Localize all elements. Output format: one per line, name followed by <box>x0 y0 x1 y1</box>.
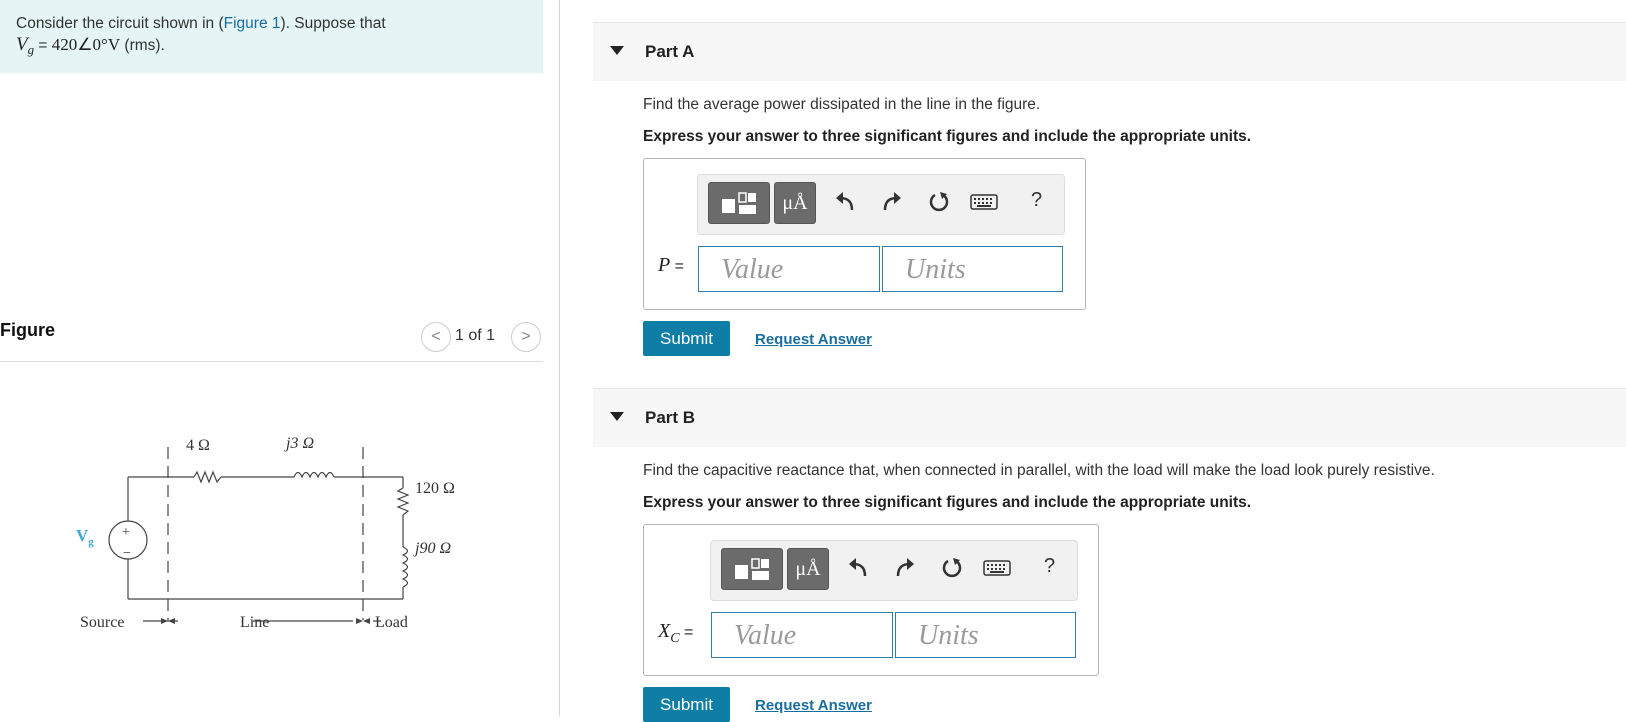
redo-button[interactable] <box>879 189 905 215</box>
part-a-toolbar: μÅ ? <box>697 174 1065 235</box>
keyboard-button[interactable] <box>970 189 998 215</box>
templates-button[interactable] <box>708 182 770 224</box>
part-a-title: Part A <box>645 42 695 61</box>
part-b-variable-sub: C <box>670 631 680 646</box>
part-a-answer-box: μÅ ? P = Value Units <box>643 158 1086 310</box>
prev-figure-button[interactable]: < <box>421 322 451 352</box>
line-reactance-label: j3 Ω <box>284 435 314 452</box>
part-b-variable: X <box>658 620 671 642</box>
problem-text-line-2: Vg = 420∠0°V (rms). <box>16 34 165 58</box>
reset-button[interactable] <box>926 189 952 215</box>
part-a-value-input[interactable]: Value <box>698 246 880 292</box>
pane-divider <box>559 0 560 716</box>
intro-text-post: ). Suppose that <box>280 15 386 32</box>
line-inductor <box>293 471 335 479</box>
chevron-right-icon: > <box>521 328 531 345</box>
undo-icon <box>836 192 854 211</box>
source-minus: − <box>123 546 131 561</box>
source-section-label: Source <box>80 614 124 631</box>
units-button[interactable]: μÅ <box>787 548 829 590</box>
part-b-answer-box: μÅ ? XC = Value Units <box>643 524 1099 676</box>
keyboard-icon <box>970 194 998 210</box>
load-resistor <box>396 487 410 516</box>
line-resistance-label: 4 Ω <box>186 437 210 454</box>
equals-sign: = <box>34 37 52 54</box>
intro-text-pre: Consider the circuit shown in ( <box>16 15 224 32</box>
part-a-variable: P <box>658 254 671 276</box>
next-figure-button[interactable]: > <box>511 322 541 352</box>
keyboard-button[interactable] <box>983 555 1011 581</box>
load-reactance-label: j90 Ω <box>413 540 451 557</box>
keyboard-icon <box>983 560 1011 576</box>
figure-title: Figure <box>0 320 56 340</box>
source-plus: + <box>122 525 130 540</box>
redo-button[interactable] <box>892 555 918 581</box>
source-value: 420∠0°V <box>51 35 121 54</box>
source-name-label: Vg <box>76 526 94 548</box>
problem-text-line-1: Consider the circuit shown in (Figure 1)… <box>16 15 386 33</box>
units-icon: μÅ <box>795 557 821 580</box>
figure-pager-count: 1 of 1 <box>455 327 496 344</box>
reset-icon <box>942 558 962 578</box>
part-a-question: Find the average power dissipated in the… <box>643 96 1041 113</box>
part-a-instruction: Express your answer to three significant… <box>643 128 1252 145</box>
part-b-submit-button[interactable]: Submit <box>643 687 730 722</box>
reset-button[interactable] <box>939 555 965 581</box>
units-icon: μÅ <box>782 191 808 214</box>
part-a-header[interactable]: Part A <box>593 22 1626 81</box>
source-variable: V <box>16 34 28 55</box>
redo-icon <box>896 558 914 577</box>
part-b-value-input[interactable]: Value <box>711 612 893 658</box>
collapse-caret-icon <box>610 412 624 421</box>
part-b-question: Find the capacitive reactance that, when… <box>643 462 1435 479</box>
collapse-caret-icon <box>610 46 624 55</box>
templates-icon <box>722 192 756 214</box>
problem-pane: Consider the circuit shown in (Figure 1)… <box>0 0 559 716</box>
templates-icon <box>735 558 769 580</box>
load-section-label: Load <box>375 614 408 631</box>
figure-divider <box>0 361 543 362</box>
help-button[interactable]: ? <box>1031 189 1042 212</box>
part-b-units-input[interactable]: Units <box>895 612 1076 658</box>
part-b-title: Part B <box>645 408 696 427</box>
figure-link[interactable]: Figure 1 <box>224 15 281 32</box>
part-a-submit-button[interactable]: Submit <box>643 321 730 356</box>
part-b-request-answer-link[interactable]: Request Answer <box>755 697 872 714</box>
line-resistor <box>193 470 222 484</box>
part-a-equals: = <box>670 258 685 275</box>
part-a-units-input[interactable]: Units <box>882 246 1063 292</box>
problem-statement: Consider the circuit shown in (Figure 1)… <box>0 0 543 73</box>
help-button[interactable]: ? <box>1044 555 1055 578</box>
load-inductor <box>401 546 409 588</box>
part-b-instruction: Express your answer to three significant… <box>643 494 1252 511</box>
undo-icon <box>849 558 867 577</box>
part-b-equals: = <box>679 624 694 641</box>
part-a-request-answer-link[interactable]: Request Answer <box>755 331 872 348</box>
rms-note: (rms). <box>120 37 165 54</box>
part-b-toolbar: μÅ ? <box>710 540 1078 601</box>
templates-button[interactable] <box>721 548 783 590</box>
undo-button[interactable] <box>832 189 858 215</box>
part-a-variable-label: P = <box>658 254 684 277</box>
part-b-variable-label: XC = <box>658 620 693 647</box>
chevron-left-icon: < <box>431 328 441 345</box>
units-button[interactable]: μÅ <box>774 182 816 224</box>
part-b-header[interactable]: Part B <box>593 388 1626 447</box>
undo-button[interactable] <box>845 555 871 581</box>
circuit-diagram: 4 Ω j3 Ω 120 Ω j90 Ω + − Source Line Loa… <box>76 435 455 631</box>
load-resistance-label: 120 Ω <box>415 480 455 497</box>
redo-icon <box>883 192 901 211</box>
line-section-label: Line <box>240 614 269 631</box>
reset-icon <box>929 192 949 212</box>
